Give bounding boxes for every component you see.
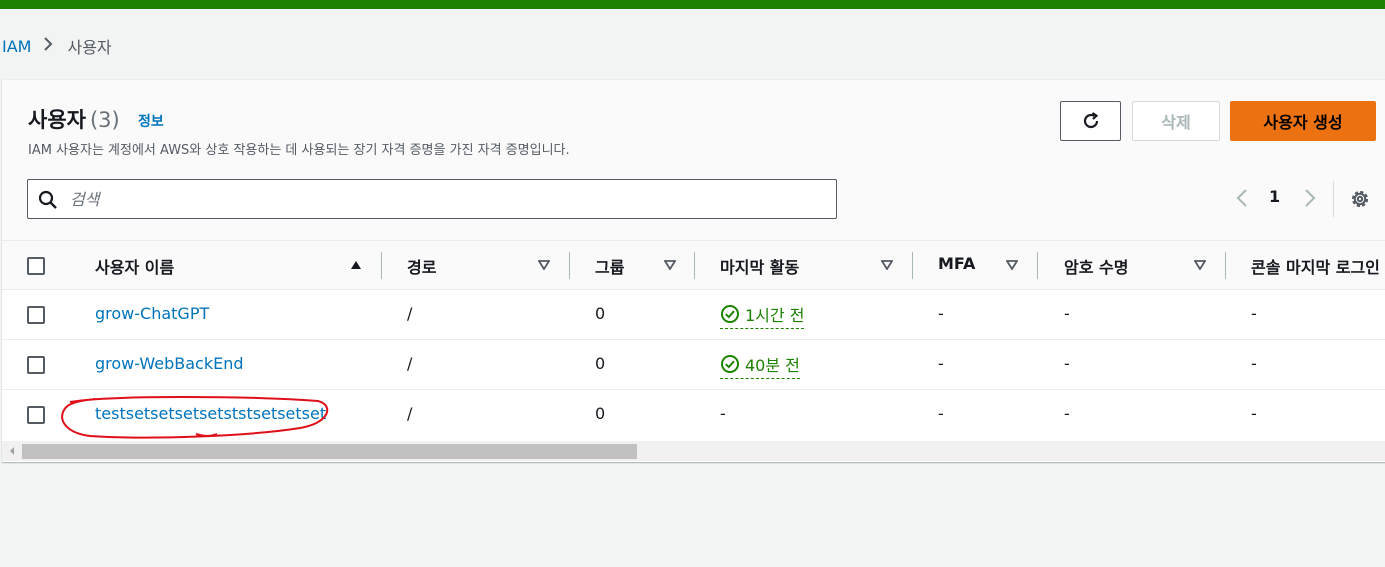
top-status-bar xyxy=(0,0,1385,9)
sort-descending-icon[interactable] xyxy=(538,260,550,270)
pager-divider xyxy=(1333,181,1334,217)
row-checkbox[interactable] xyxy=(27,306,45,324)
sort-descending-icon[interactable] xyxy=(1194,260,1206,270)
row-checkbox[interactable] xyxy=(27,406,45,424)
table-row: testsetsetsetsetststsetsetset / 0 - - - … xyxy=(2,390,1385,440)
user-mfa: - xyxy=(938,404,944,423)
user-password-age: - xyxy=(1064,404,1070,423)
column-divider[interactable] xyxy=(912,252,913,279)
user-groups: 0 xyxy=(595,354,606,373)
user-count: (3) xyxy=(89,108,120,132)
panel-header: 사용자 (3) 정보 IAM 사용자는 계정에서 AWS와 상호 작용하는 데 사… xyxy=(2,80,1385,240)
row-checkbox[interactable] xyxy=(27,356,45,374)
breadcrumb-iam-link[interactable]: IAM xyxy=(2,37,31,56)
last-activity[interactable]: 1시간 전 xyxy=(720,302,805,329)
column-header-last-activity[interactable]: 마지막 활동 xyxy=(720,254,799,278)
delete-button[interactable]: 삭제 xyxy=(1132,101,1220,141)
chevron-right-icon[interactable] xyxy=(1300,187,1320,209)
table-header: 사용자 이름 경로 그룹 마지막 활동 MFA 암호 수명 콘솔 마지막 로그인 xyxy=(2,240,1385,290)
last-activity[interactable]: 40분 전 xyxy=(720,352,800,379)
sort-descending-icon[interactable] xyxy=(881,260,893,270)
scroll-left-arrow-icon[interactable] xyxy=(8,446,16,456)
column-header-mfa[interactable]: MFA xyxy=(938,254,975,273)
sort-ascending-icon[interactable] xyxy=(350,260,362,270)
gear-icon[interactable] xyxy=(1348,187,1372,211)
table-row: grow-ChatGPT / 0 1시간 전 - - - xyxy=(2,290,1385,340)
select-all-checkbox[interactable] xyxy=(27,257,45,275)
check-circle-icon xyxy=(721,305,739,323)
column-divider[interactable] xyxy=(694,252,695,279)
info-link[interactable]: 정보 xyxy=(138,111,164,131)
column-divider[interactable] xyxy=(381,252,382,279)
user-console-last-login: - xyxy=(1251,354,1257,373)
scrollbar-thumb[interactable] xyxy=(22,444,637,459)
column-header-groups[interactable]: 그룹 xyxy=(595,254,624,278)
column-header-console-last-login[interactable]: 콘솔 마지막 로그인 xyxy=(1251,254,1380,278)
horizontal-scrollbar[interactable] xyxy=(2,441,1385,461)
column-divider[interactable] xyxy=(1037,252,1038,279)
last-activity-text: 1시간 전 xyxy=(745,306,805,325)
user-groups: 0 xyxy=(595,404,606,423)
user-mfa: - xyxy=(938,304,944,323)
search-icon xyxy=(38,190,57,209)
user-name-link[interactable]: grow-ChatGPT xyxy=(95,304,209,323)
refresh-button[interactable] xyxy=(1060,101,1121,141)
user-path: / xyxy=(407,304,413,323)
column-header-username[interactable]: 사용자 이름 xyxy=(95,254,174,278)
create-user-button[interactable]: 사용자 생성 xyxy=(1230,101,1376,141)
user-path: / xyxy=(407,354,413,373)
user-mfa: - xyxy=(938,354,944,373)
user-console-last-login: - xyxy=(1251,404,1257,423)
page-title: 사용자 (3) xyxy=(28,104,120,134)
sort-descending-icon[interactable] xyxy=(1006,260,1018,270)
refresh-icon xyxy=(1083,112,1098,129)
search-box xyxy=(27,179,837,219)
user-name-link[interactable]: grow-WebBackEnd xyxy=(95,354,244,373)
check-circle-icon xyxy=(721,355,739,373)
chevron-right-icon xyxy=(43,36,53,57)
column-header-password-age[interactable]: 암호 수명 xyxy=(1064,254,1128,278)
page-description: IAM 사용자는 계정에서 AWS와 상호 작용하는 데 사용되는 장기 자격 … xyxy=(28,143,570,158)
user-console-last-login: - xyxy=(1251,304,1257,323)
chevron-left-icon[interactable] xyxy=(1232,187,1252,209)
user-path: / xyxy=(407,404,413,423)
users-panel: 사용자 (3) 정보 IAM 사용자는 계정에서 AWS와 상호 작용하는 데 사… xyxy=(2,79,1385,462)
column-header-path[interactable]: 경로 xyxy=(407,254,436,278)
search-input[interactable] xyxy=(68,180,828,218)
user-password-age: - xyxy=(1064,304,1070,323)
breadcrumb: IAM 사용자 xyxy=(2,34,112,58)
last-activity-text: 40분 전 xyxy=(745,356,800,375)
column-divider[interactable] xyxy=(569,252,570,279)
column-divider[interactable] xyxy=(1225,252,1226,279)
user-password-age: - xyxy=(1064,354,1070,373)
breadcrumb-current: 사용자 xyxy=(67,38,112,57)
user-name-link[interactable]: testsetsetsetsetststsetsetset xyxy=(95,404,326,423)
title-text: 사용자 xyxy=(28,108,86,132)
table-row: grow-WebBackEnd / 0 40분 전 - - - xyxy=(2,340,1385,390)
current-page[interactable]: 1 xyxy=(1269,187,1280,206)
sort-descending-icon[interactable] xyxy=(664,260,676,270)
last-activity: - xyxy=(720,404,726,423)
user-groups: 0 xyxy=(595,304,606,323)
